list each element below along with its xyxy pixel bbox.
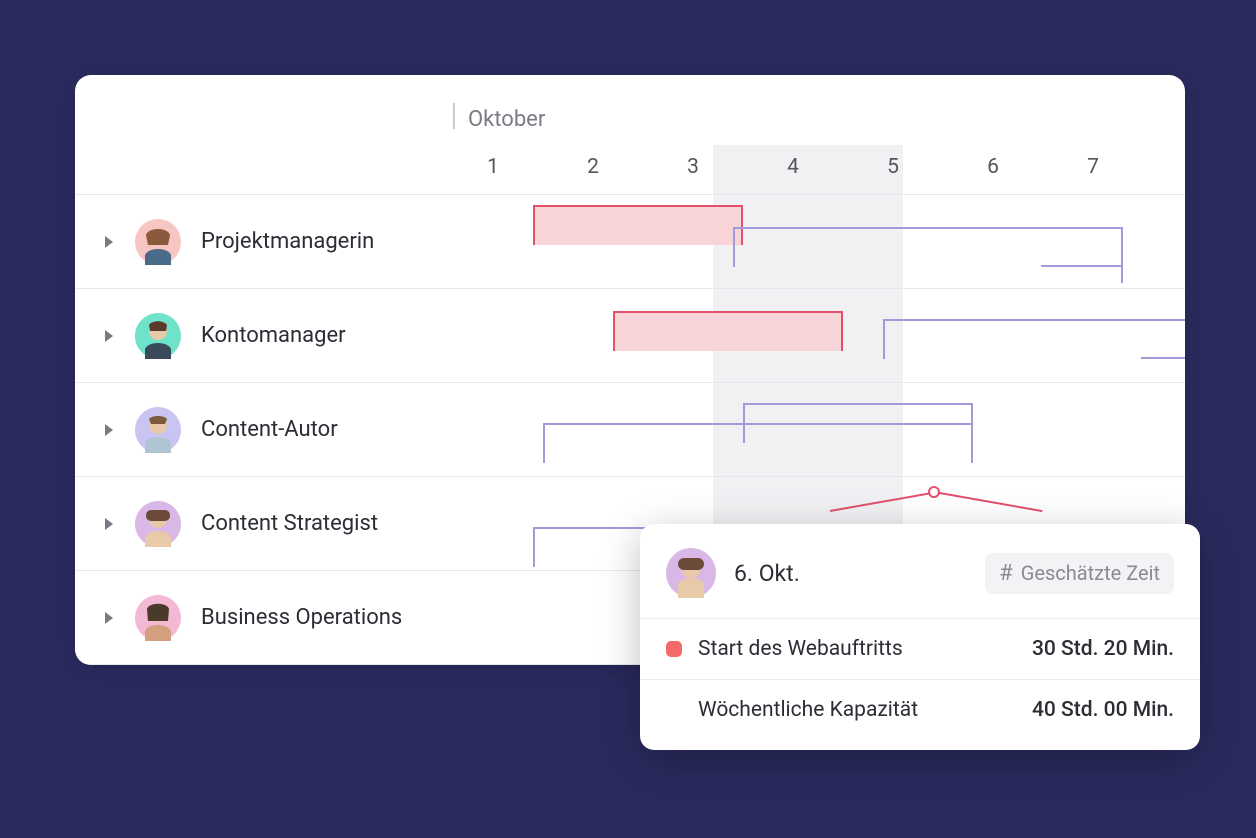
day-number: 7 bbox=[1083, 155, 1103, 179]
estimate-label: Geschätzte Zeit bbox=[1021, 561, 1160, 585]
role-label: Content-Autor bbox=[201, 417, 338, 442]
capacity-label: Wöchentliche Kapazität bbox=[698, 698, 918, 722]
popup-header: 6. Okt. # Geschätzte Zeit bbox=[640, 524, 1200, 618]
row-header[interactable]: Business Operations bbox=[75, 571, 453, 664]
popup-avatar bbox=[666, 548, 716, 598]
day-number: 5 bbox=[883, 155, 903, 179]
workload-bar[interactable] bbox=[743, 403, 973, 443]
day-number: 8 bbox=[1183, 155, 1185, 179]
row-header[interactable]: Projektmanagerin bbox=[75, 195, 453, 288]
popup-capacity-row: Wöchentliche Kapazität 40 Std. 00 Min. bbox=[640, 679, 1200, 740]
anchor-point bbox=[928, 486, 940, 498]
row-header[interactable]: Kontomanager bbox=[75, 289, 453, 382]
task-label: Start des Webauftritts bbox=[698, 637, 903, 661]
timeline-header: Oktober 1 2 3 4 5 6 7 8 bbox=[75, 75, 1185, 195]
hash-icon: # bbox=[999, 561, 1013, 586]
task-dot bbox=[666, 641, 682, 657]
workload-bar[interactable] bbox=[883, 319, 1185, 359]
role-label: Projektmanagerin bbox=[201, 229, 374, 254]
resource-row[interactable]: Content-Autor bbox=[75, 383, 1185, 477]
row-header[interactable]: Content Strategist bbox=[75, 477, 453, 570]
avatar bbox=[135, 313, 181, 359]
caret-icon[interactable] bbox=[105, 518, 113, 530]
caret-icon[interactable] bbox=[105, 236, 113, 248]
avatar bbox=[135, 595, 181, 641]
day-number: 4 bbox=[783, 155, 803, 179]
workload-popup: 6. Okt. # Geschätzte Zeit Start des Weba… bbox=[640, 524, 1200, 750]
row-bars bbox=[453, 289, 1185, 382]
month-label: Oktober bbox=[468, 107, 545, 132]
role-label: Kontomanager bbox=[201, 323, 346, 348]
workload-bar[interactable] bbox=[733, 227, 1123, 267]
resource-row[interactable]: Kontomanager bbox=[75, 289, 1185, 383]
role-label: Content Strategist bbox=[201, 511, 378, 536]
row-bars bbox=[453, 195, 1185, 288]
row-header[interactable]: Content-Autor bbox=[75, 383, 453, 476]
popup-task-row[interactable]: Start des Webauftritts 30 Std. 20 Min. bbox=[640, 618, 1200, 679]
row-bars bbox=[453, 383, 1185, 476]
caret-icon[interactable] bbox=[105, 424, 113, 436]
day-number: 2 bbox=[583, 155, 603, 179]
estimate-chip[interactable]: # Geschätzte Zeit bbox=[985, 553, 1174, 594]
day-number: 1 bbox=[483, 155, 503, 179]
role-label: Business Operations bbox=[201, 605, 402, 630]
month-tick bbox=[453, 103, 455, 129]
caret-icon[interactable] bbox=[105, 612, 113, 624]
caret-icon[interactable] bbox=[105, 330, 113, 342]
avatar bbox=[135, 501, 181, 547]
popup-date: 6. Okt. bbox=[734, 560, 985, 587]
day-number: 3 bbox=[683, 155, 703, 179]
capacity-value: 40 Std. 00 Min. bbox=[1032, 698, 1174, 722]
task-value: 30 Std. 20 Min. bbox=[1032, 637, 1174, 661]
avatar bbox=[135, 219, 181, 265]
day-number: 6 bbox=[983, 155, 1003, 179]
workload-bar[interactable] bbox=[613, 311, 843, 351]
workload-bar[interactable] bbox=[533, 205, 743, 245]
avatar bbox=[135, 407, 181, 453]
resource-row[interactable]: Projektmanagerin bbox=[75, 195, 1185, 289]
